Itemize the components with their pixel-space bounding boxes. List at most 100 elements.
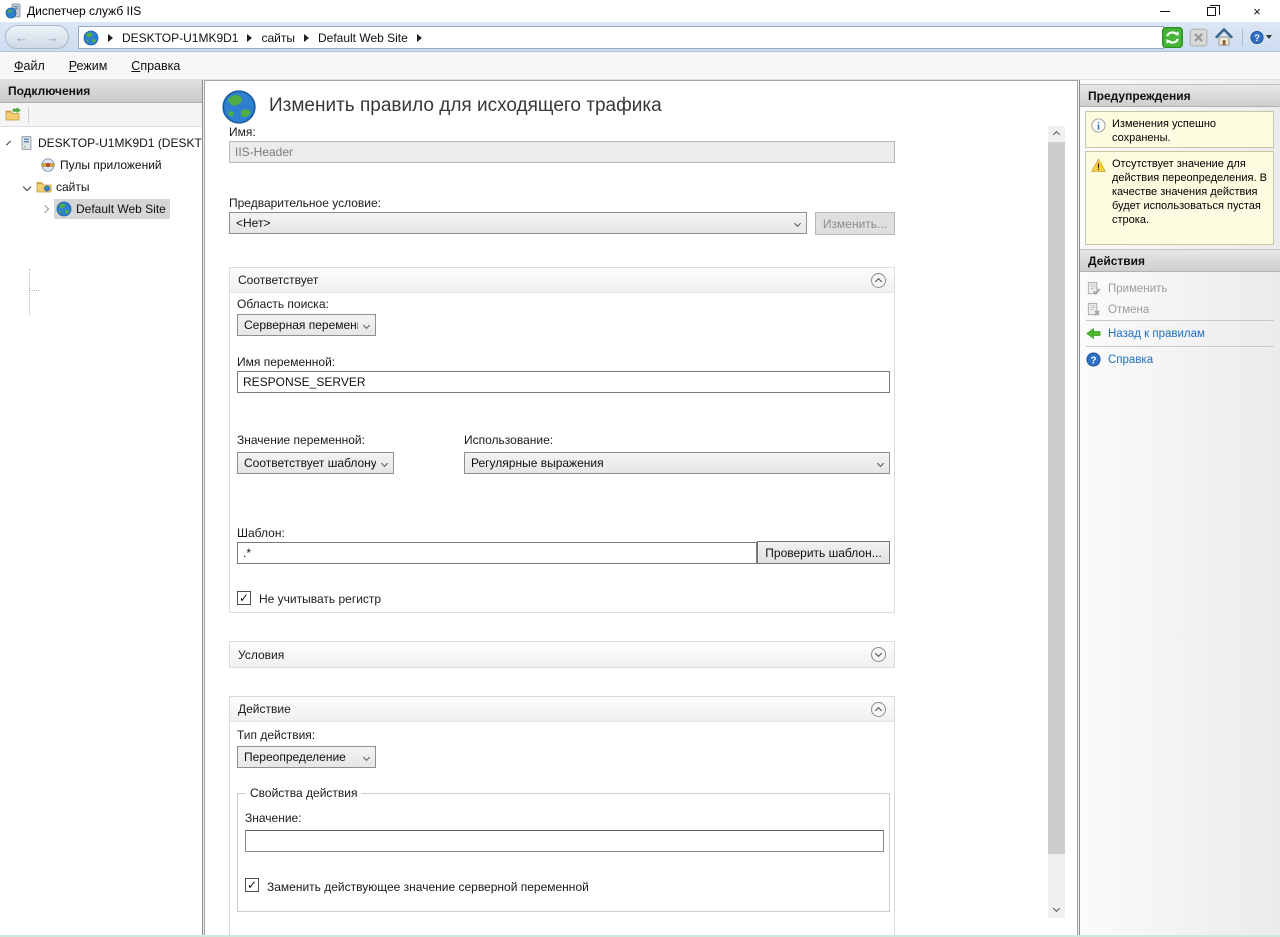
home-button[interactable] xyxy=(1213,26,1235,48)
back-to-rules-action[interactable]: Назад к правилам xyxy=(1086,326,1205,341)
name-input xyxy=(229,141,895,163)
chevron-down-icon xyxy=(381,459,388,466)
ignore-case-label: Не учитывать регистр xyxy=(259,592,381,606)
pattern-input[interactable] xyxy=(237,542,757,564)
warning-alert-text: Отсутствует значение для действия переоп… xyxy=(1112,157,1269,239)
connections-toolbar xyxy=(0,103,202,127)
nav-buttons: ← → xyxy=(5,25,69,49)
expander-icon[interactable] xyxy=(41,205,49,213)
action-properties-legend: Свойства действия xyxy=(246,786,361,800)
ignore-case-checkbox[interactable]: ✓ xyxy=(237,591,251,605)
page-globe-icon xyxy=(221,89,257,125)
right-panel: Предупреждения Изменения успешно сохране… xyxy=(1079,80,1280,937)
tree-guide-line xyxy=(29,290,39,291)
collapse-button[interactable] xyxy=(871,273,886,288)
variable-value-select[interactable]: Соответствует шаблону xyxy=(237,452,394,474)
breadcrumb-arrow-icon[interactable] xyxy=(247,34,252,42)
home-icon xyxy=(1214,27,1234,47)
globe-icon xyxy=(83,30,99,46)
scope-value: Серверная переменн xyxy=(244,318,358,332)
edit-outbound-rule-form: Изменить правило для исходящего трафика … xyxy=(204,80,1078,936)
action-type-value: Переопределение xyxy=(244,750,358,764)
scope-select[interactable]: Серверная переменн xyxy=(237,314,376,336)
minimize-button[interactable] xyxy=(1142,0,1188,22)
stop-button xyxy=(1187,26,1209,48)
menu-file[interactable]: Файл xyxy=(14,59,45,73)
expander-icon[interactable] xyxy=(6,141,11,146)
apply-label: Применить xyxy=(1108,283,1167,295)
action-properties-group: Свойства действия xyxy=(237,793,890,912)
window-title: Диспетчер служб IIS xyxy=(27,4,141,18)
close-button[interactable]: × xyxy=(1234,0,1280,22)
action-section-title: Действие xyxy=(238,702,291,716)
conditions-section-title: Условия xyxy=(238,648,284,662)
using-value: Регулярные выражения xyxy=(471,456,872,470)
tree-item-sites[interactable]: сайты xyxy=(0,176,202,198)
help-label[interactable]: Справка xyxy=(1108,354,1153,366)
variable-name-input[interactable] xyxy=(237,371,890,393)
toolbar-separator xyxy=(1242,28,1243,46)
back-arrow-icon xyxy=(1086,326,1101,341)
variable-value-label: Значение переменной: xyxy=(237,433,365,447)
tree-item-label: Пулы приложений xyxy=(60,158,162,172)
action-type-select[interactable]: Переопределение xyxy=(237,746,376,768)
conditions-section: Условия xyxy=(229,641,895,668)
help-circle-icon xyxy=(1086,352,1101,367)
chevron-down-icon xyxy=(794,219,801,226)
scroll-up-button[interactable] xyxy=(1048,126,1065,143)
menu-help[interactable]: Справка xyxy=(131,59,180,73)
back-to-rules-label[interactable]: Назад к правилам xyxy=(1108,328,1205,340)
precondition-value: <Нет> xyxy=(236,216,789,230)
sites-folder-icon xyxy=(36,179,52,195)
action-value-input[interactable] xyxy=(245,830,884,852)
selected-tree-item[interactable]: Default Web Site xyxy=(54,199,170,219)
edit-precondition-button: Изменить... xyxy=(815,212,895,235)
actions-separator xyxy=(1086,346,1274,347)
navigation-toolbar: ← → DESKTOP-U1MK9D1 сайты Default Web Si… xyxy=(0,22,1280,52)
collapse-button[interactable] xyxy=(871,702,886,717)
help-button[interactable] xyxy=(1250,26,1272,48)
using-select[interactable]: Регулярные выражения xyxy=(464,452,890,474)
precondition-select[interactable]: <Нет> xyxy=(229,212,807,234)
cancel-action: Отмена xyxy=(1086,302,1149,317)
help-action[interactable]: Справка xyxy=(1086,352,1153,367)
restore-button[interactable] xyxy=(1188,0,1234,22)
vertical-scrollbar[interactable] xyxy=(1048,126,1065,918)
variable-value-value: Соответствует шаблону xyxy=(244,456,376,470)
save-connection-icon[interactable] xyxy=(5,107,21,123)
match-section-header[interactable]: Соответствует xyxy=(230,268,894,293)
tree-item-default-web-site[interactable]: Default Web Site xyxy=(0,198,202,220)
server-icon xyxy=(18,135,34,151)
expander-icon[interactable] xyxy=(23,183,31,191)
scrollbar-thumb[interactable] xyxy=(1048,142,1065,854)
conditions-section-header[interactable]: Условия xyxy=(230,642,894,667)
address-bar[interactable]: DESKTOP-U1MK9D1 сайты Default Web Site xyxy=(78,26,1164,49)
app-pools-icon xyxy=(40,157,56,173)
forward-nav-icon[interactable]: → xyxy=(46,31,59,44)
action-section-header[interactable]: Действие xyxy=(230,697,894,722)
breadcrumb-arrow-icon[interactable] xyxy=(417,34,422,42)
test-pattern-button[interactable]: Проверить шаблон... xyxy=(757,541,890,564)
refresh-icon xyxy=(1162,27,1183,48)
warnings-header: Предупреждения xyxy=(1080,84,1280,107)
refresh-button[interactable] xyxy=(1161,26,1183,48)
tree-item-app-pools[interactable]: Пулы приложений xyxy=(0,154,202,176)
replace-value-checkbox[interactable]: ✓ xyxy=(245,878,259,892)
variable-name-label: Имя переменной: xyxy=(237,355,335,369)
breadcrumb-arrow-icon[interactable] xyxy=(304,34,309,42)
back-nav-icon[interactable]: ← xyxy=(15,31,28,44)
apply-icon xyxy=(1086,281,1101,296)
tree-guide-line xyxy=(29,269,30,315)
breadcrumb-server[interactable]: DESKTOP-U1MK9D1 xyxy=(122,31,238,45)
menu-view[interactable]: Режим xyxy=(69,59,108,73)
title-bar: Диспетчер служб IIS × xyxy=(0,0,1280,22)
help-icon xyxy=(1250,28,1264,47)
scroll-down-button[interactable] xyxy=(1048,901,1065,918)
breadcrumb-sites[interactable]: сайты xyxy=(261,31,295,45)
pattern-label: Шаблон: xyxy=(237,526,285,540)
connections-panel: Подключения DESKTOP-U1MK9D1 (DESKTOP Пул… xyxy=(0,80,203,937)
breadcrumb-arrow-icon[interactable] xyxy=(108,34,113,42)
expand-button[interactable] xyxy=(871,647,886,662)
breadcrumb-site[interactable]: Default Web Site xyxy=(318,31,408,45)
tree-item-server[interactable]: DESKTOP-U1MK9D1 (DESKTOP xyxy=(0,132,202,154)
